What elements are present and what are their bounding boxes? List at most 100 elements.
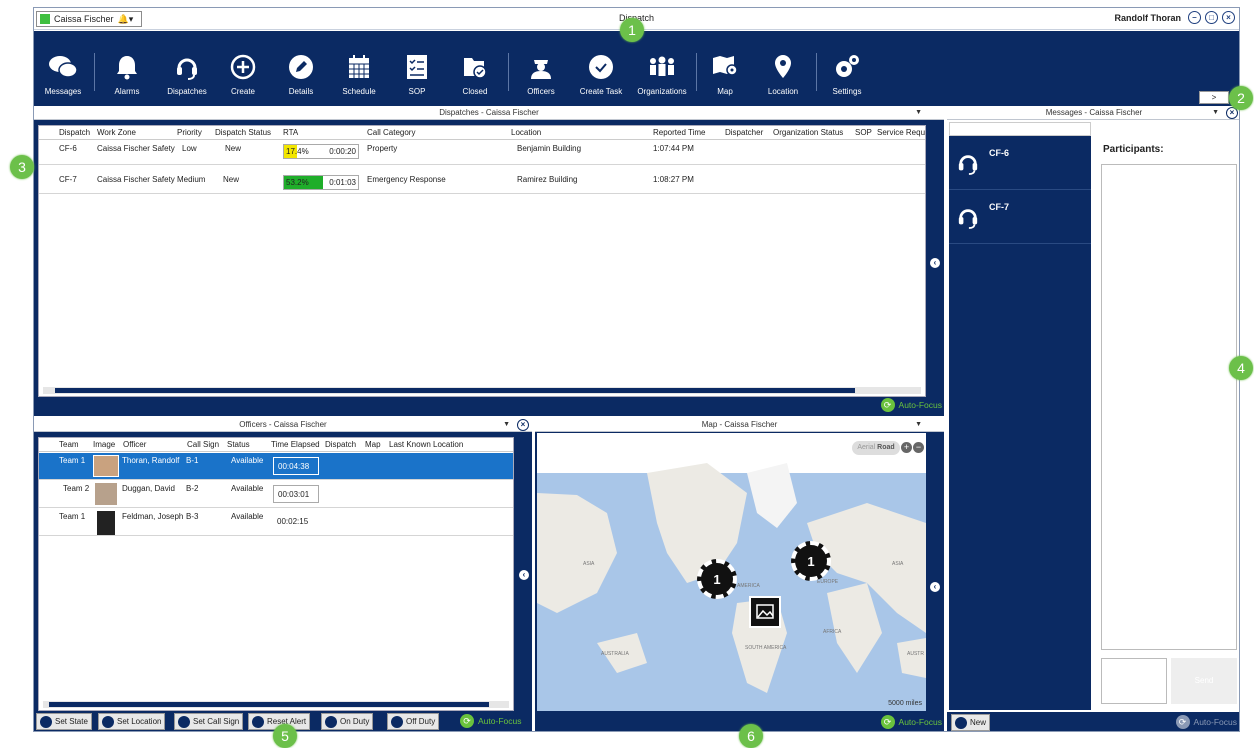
close-icon[interactable]: ×	[1222, 11, 1235, 24]
table-row[interactable]: Team 1 Thoran, Randolf B-1 Available 00:…	[39, 453, 513, 480]
close-panel-icon[interactable]: ×	[517, 419, 529, 431]
list-item[interactable]: CF-6	[949, 136, 1091, 190]
toolbar-details[interactable]: Details	[278, 31, 324, 106]
off-duty-button[interactable]: Off Duty	[387, 713, 440, 730]
restore-icon[interactable]: □	[1205, 11, 1218, 24]
dropdown-icon[interactable]: ▼	[915, 106, 922, 120]
toolbar-create-task[interactable]: Create Task	[576, 31, 626, 106]
toolbar-create[interactable]: Create	[220, 31, 266, 106]
column-header[interactable]: Team	[59, 440, 79, 449]
toolbar-sop[interactable]: SOP	[394, 31, 440, 106]
column-header[interactable]: Officer	[123, 440, 146, 449]
column-header[interactable]: Location	[511, 128, 541, 137]
message-input[interactable]	[1101, 658, 1167, 704]
autofocus-toggle[interactable]: ⟳ Auto-Focus	[1175, 715, 1237, 729]
table-row[interactable]: Team 1 Feldman, Joseph B-3 Available 00:…	[39, 509, 513, 536]
set-location-button[interactable]: Set Location	[98, 713, 166, 730]
column-header[interactable]: Time Elapsed	[271, 440, 320, 449]
table-row[interactable]: CF-6 Caissa Fischer Safety Low New 17.4%…	[39, 141, 925, 165]
column-header[interactable]: SOP	[855, 128, 872, 137]
road-label[interactable]: Road	[877, 444, 895, 451]
column-header[interactable]: Organization Status	[773, 128, 843, 137]
map-cluster-marker[interactable]: 1	[791, 541, 831, 581]
column-header[interactable]: Image	[93, 440, 115, 449]
dropdown-icon[interactable]: ▼	[503, 418, 510, 432]
map-label: AUSTR	[907, 651, 924, 657]
send-button[interactable]: Send	[1171, 658, 1237, 704]
close-panel-icon[interactable]: ×	[930, 106, 942, 118]
aerial-label[interactable]: Aerial	[857, 444, 875, 451]
cell-elapsed: 00:03:01	[273, 485, 319, 503]
table-row[interactable]: Team 2 Duggan, David B-2 Available 00:03…	[39, 481, 513, 508]
map-cluster-marker[interactable]: 1	[697, 559, 737, 599]
new-message-button[interactable]: New	[951, 714, 991, 731]
map-label: AFRICA	[823, 629, 842, 635]
headset-icon	[958, 155, 978, 175]
toolbar-messages[interactable]: Messages	[40, 31, 86, 106]
closed-folder-icon	[464, 58, 487, 79]
collapse-arrow-icon[interactable]: ‹	[519, 570, 529, 580]
minimize-icon[interactable]: –	[1188, 11, 1201, 24]
button-label: On Duty	[340, 717, 370, 726]
autofocus-toggle[interactable]: ⟳ Auto-Focus	[880, 398, 942, 412]
column-header[interactable]: Status	[227, 440, 250, 449]
toolbar-alarms[interactable]: Alarms	[104, 31, 150, 106]
horizontal-scrollbar[interactable]	[43, 387, 921, 394]
horizontal-scrollbar[interactable]	[43, 701, 509, 708]
column-header[interactable]: Dispatcher	[725, 128, 763, 137]
column-header[interactable]: Service Requ	[877, 128, 925, 137]
column-header[interactable]: Dispatch	[325, 440, 356, 449]
column-header[interactable]: Reported Time	[653, 128, 705, 137]
column-header[interactable]: Call Sign	[187, 440, 219, 449]
table-row[interactable]: CF-7 Caissa Fischer Safety Medium New 53…	[39, 170, 925, 194]
toolbar-location[interactable]: Location	[760, 31, 806, 106]
set-call-sign-button[interactable]: Set Call Sign	[174, 713, 244, 730]
collapse-arrow-icon[interactable]: ‹	[930, 582, 940, 592]
map-label: AUSTRALIA	[601, 651, 629, 657]
toolbar-schedule[interactable]: Schedule	[336, 31, 382, 106]
cell-dispatch: CF-6	[59, 144, 77, 153]
toolbar-settings[interactable]: Settings	[824, 31, 870, 106]
officers-grid-header: Team Image Officer Call Sign Status Time…	[39, 438, 513, 452]
list-item-label: CF-7	[989, 202, 1009, 212]
column-header[interactable]: Map	[365, 440, 381, 449]
column-header[interactable]: RTA	[283, 128, 298, 137]
bell-icon	[117, 56, 137, 80]
toolbar-organizations[interactable]: Organizations	[634, 31, 690, 106]
column-header[interactable]: Call Category	[367, 128, 415, 137]
dropdown-icon[interactable]: ▼	[915, 418, 922, 432]
toolbar-map[interactable]: Map	[702, 31, 748, 106]
scrollbar-thumb[interactable]	[49, 702, 489, 707]
autofocus-toggle[interactable]: ⟳ Auto-Focus	[880, 715, 942, 729]
list-item[interactable]: CF-7	[949, 190, 1091, 244]
collapse-arrow-icon[interactable]: ‹	[930, 258, 940, 268]
toolbar-label: Schedule	[342, 87, 376, 96]
map-view[interactable]: Aerial Road + − 1 1 ASIA AMERICA EUROPE …	[537, 433, 926, 711]
scrollbar-thumb[interactable]	[55, 388, 855, 393]
column-header[interactable]: Last Known Location	[389, 440, 463, 449]
participants-list	[1101, 164, 1237, 650]
headset-icon	[177, 58, 197, 80]
zoom-in-icon[interactable]: +	[901, 442, 912, 453]
column-header[interactable]: Dispatch	[59, 128, 90, 137]
cell-status: Available	[231, 484, 264, 493]
column-header[interactable]: Dispatch Status	[215, 128, 271, 137]
people-group-icon	[650, 56, 674, 76]
dropdown-icon[interactable]: ▼	[1212, 106, 1219, 120]
panel-title: Messages - Caissa Fischer	[1045, 108, 1143, 117]
cell-elapsed: 00:04:38	[273, 457, 319, 475]
set-state-button[interactable]: Set State	[36, 713, 92, 730]
column-header[interactable]: Priority	[177, 128, 202, 137]
toolbar-officers[interactable]: Officers	[518, 31, 564, 106]
autofocus-toggle[interactable]: ⟳ Auto-Focus	[460, 714, 521, 728]
zoom-out-icon[interactable]: −	[913, 442, 924, 453]
close-panel-icon[interactable]: ×	[929, 418, 941, 430]
map-mode-toggle[interactable]: Aerial Road	[852, 441, 900, 455]
expand-button[interactable]: >	[1199, 91, 1229, 104]
on-duty-button[interactable]: On Duty	[321, 713, 374, 730]
list-sort-header[interactable]	[949, 122, 1091, 136]
column-header[interactable]: Work Zone	[97, 128, 136, 137]
toolbar-dispatches[interactable]: Dispatches	[162, 31, 212, 106]
map-image-pin[interactable]	[749, 596, 781, 628]
toolbar-closed[interactable]: Closed	[452, 31, 498, 106]
